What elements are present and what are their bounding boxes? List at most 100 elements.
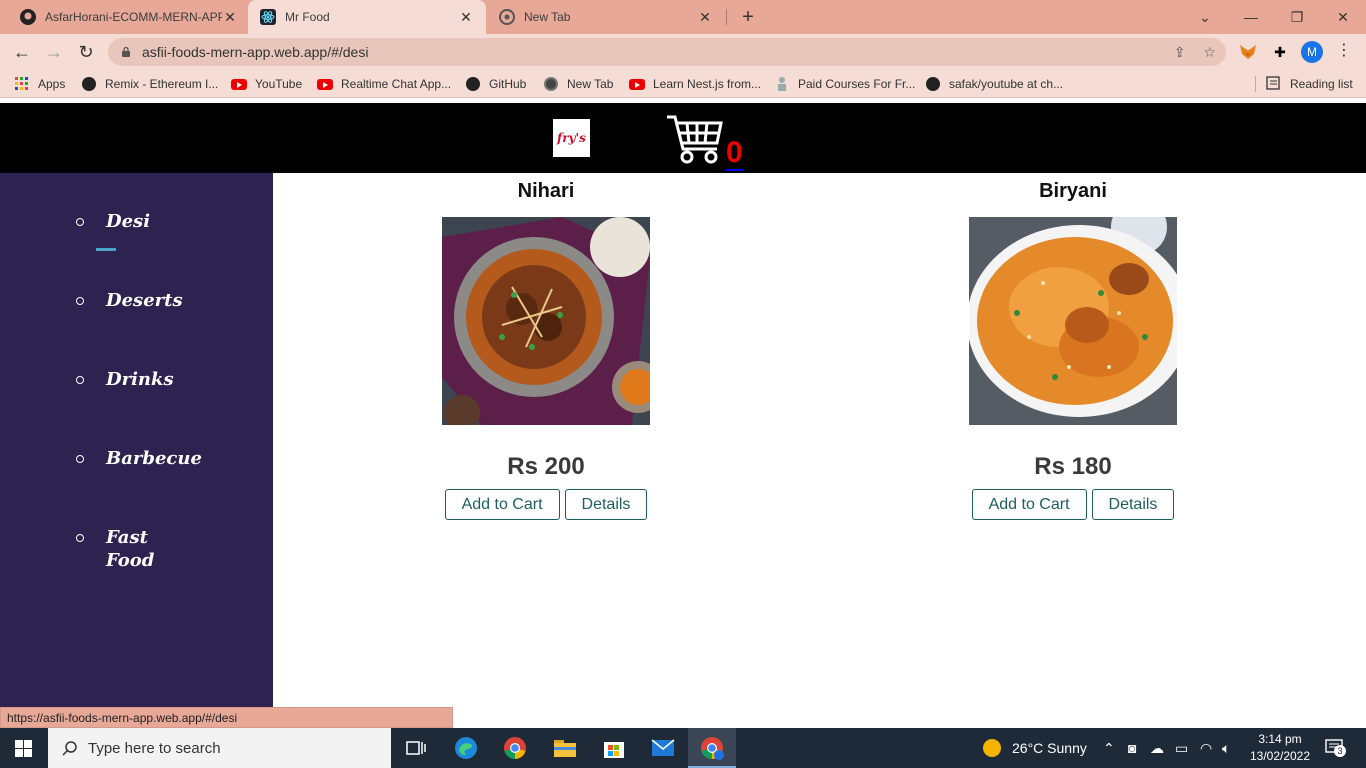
bookmark-apps[interactable]: Apps [14, 76, 65, 92]
product-price: Rs 200 [507, 453, 585, 480]
bookmark-separator [1255, 76, 1256, 92]
task-view-icon[interactable] [404, 736, 428, 760]
details-button[interactable]: Details [564, 489, 648, 520]
category-label: Drinks [106, 369, 174, 390]
windows-start-icon[interactable] [15, 740, 32, 757]
product-name: Nihari [517, 180, 575, 202]
bookmark-new-tab[interactable]: New Tab [543, 76, 613, 92]
add-to-cart-button[interactable]: Add to Cart [444, 489, 560, 520]
bookmark-github[interactable]: GitHub [465, 76, 526, 92]
extensions-puzzle-icon[interactable]: ✚ [1270, 42, 1290, 62]
bookmark-paid-courses[interactable]: Paid Courses For Fr... [774, 76, 915, 92]
bookmark-realtime-chat[interactable]: Realtime Chat App... [317, 76, 451, 92]
bookmark-remix[interactable]: Remix - Ethereum I... [81, 76, 218, 92]
bullet-icon [76, 376, 84, 384]
search-icon [62, 741, 77, 756]
tab-mr-food[interactable]: Mr Food ✕ [248, 0, 486, 34]
chevron-up-icon[interactable]: ⌃ [1103, 740, 1115, 757]
address-bar[interactable]: asfii-foods-mern-app.web.app/#/desi ⇪ ☆ [108, 38, 1226, 66]
bullet-icon [76, 297, 84, 305]
logo-text: fry's [557, 131, 586, 145]
product-image-nihari[interactable] [442, 217, 650, 425]
close-window-button[interactable]: ✕ [1320, 0, 1366, 34]
close-icon[interactable]: ✕ [222, 9, 238, 26]
category-fast-food[interactable]: Fast Food [76, 526, 154, 572]
forward-arrow-icon[interactable]: → [40, 38, 68, 66]
youtube-icon [629, 76, 645, 92]
close-icon[interactable]: ✕ [697, 9, 713, 26]
edge-browser-icon[interactable] [454, 736, 478, 760]
tab-search-chevron-icon[interactable]: ⌄ [1182, 0, 1228, 34]
bookmark-label: Learn Nest.js from... [653, 77, 762, 91]
bookmarks-bar: Apps Remix - Ethereum I... YouTube Realt… [0, 70, 1366, 98]
back-arrow-icon[interactable]: ← [8, 38, 36, 66]
category-desi[interactable]: Desi [76, 210, 196, 233]
weather-text[interactable]: 26°C Sunny [1012, 740, 1087, 756]
reading-list-button[interactable]: Reading list [1266, 76, 1353, 92]
weather-sun-icon[interactable] [980, 736, 1004, 760]
category-barbecue[interactable]: Barbecue [76, 447, 202, 470]
site-header: fry's 0 [0, 103, 1366, 173]
clock-date: 13/02/2022 [1249, 749, 1311, 763]
bookmark-label: Remix - Ethereum I... [105, 77, 219, 91]
remix-icon [81, 76, 97, 92]
share-icon[interactable]: ⇪ [1174, 44, 1186, 61]
tab-title: Mr Food [285, 10, 330, 24]
volume-icon[interactable]: 🔈︎ [1222, 740, 1230, 757]
lock-icon[interactable] [120, 46, 132, 58]
github-icon [20, 9, 36, 25]
taskbar-search-box[interactable]: Type here to search [48, 728, 391, 768]
bullet-icon [76, 455, 84, 463]
github-icon [465, 76, 481, 92]
details-button[interactable]: Details [1091, 489, 1175, 520]
battery-icon[interactable]: ▭ [1175, 740, 1188, 757]
bookmark-safak-youtube[interactable]: safak/youtube at ch... [925, 76, 1063, 92]
bullet-icon [76, 218, 84, 226]
windows-taskbar: Type here to search 26°C Sunny ⌃ ◙ ☁ ▭ ◠… [0, 728, 1366, 768]
youtube-icon [231, 76, 247, 92]
minimize-button[interactable]: — [1228, 0, 1274, 34]
tab-separator [726, 9, 727, 25]
system-clock[interactable]: 3:14 pm 13/02/2022 [1240, 731, 1320, 765]
tab-strip: AsfarHorani-ECOMM-MERN-APP ✕ Mr Food ✕ N… [0, 0, 1366, 34]
shopping-cart-icon[interactable] [665, 111, 723, 167]
restore-button[interactable]: ❐ [1274, 0, 1320, 34]
add-to-cart-button[interactable]: Add to Cart [971, 489, 1087, 520]
notification-center-icon[interactable]: 3 [1325, 738, 1346, 757]
product-card-biryani: Biryani Rs 180 Add to Cart Details [953, 179, 1193, 520]
category-drinks[interactable]: Drinks [76, 368, 196, 391]
bookmark-label: Apps [38, 77, 66, 91]
bookmark-youtube[interactable]: YouTube [231, 76, 302, 92]
bookmark-label: safak/youtube at ch... [949, 77, 1064, 91]
new-tab-button[interactable]: + [738, 6, 758, 28]
cart-count-badge[interactable]: 0 [726, 137, 743, 171]
chrome-profile-icon[interactable] [700, 736, 724, 760]
tab-title: New Tab [524, 10, 571, 24]
wifi-icon[interactable]: ◠ [1200, 740, 1212, 757]
category-deserts[interactable]: Deserts [76, 289, 196, 312]
browser-toolbar: ← → ↻ asfii-foods-mern-app.web.app/#/des… [0, 34, 1366, 70]
reload-icon[interactable]: ↻ [72, 38, 100, 66]
mail-icon[interactable] [651, 736, 675, 760]
profile-avatar[interactable]: M [1301, 41, 1323, 63]
microsoft-store-icon[interactable] [602, 736, 626, 760]
category-label: Desi [106, 211, 151, 232]
meet-now-icon[interactable]: ◙ [1128, 740, 1136, 756]
product-image-biryani[interactable] [969, 217, 1177, 425]
status-url-bubble: https://asfii-foods-mern-app.web.app/#/d… [0, 707, 453, 728]
category-label: Deserts [106, 290, 183, 311]
bookmark-star-icon[interactable]: ☆ [1203, 44, 1216, 61]
onedrive-cloud-icon[interactable]: ☁ [1150, 740, 1164, 757]
chrome-icon[interactable] [503, 736, 527, 760]
site-logo[interactable]: fry's [553, 119, 590, 157]
metamask-fox-icon[interactable] [1238, 42, 1258, 62]
tab-new-tab[interactable]: New Tab ✕ [487, 0, 725, 34]
menu-kebab-icon[interactable]: ⋮ [1336, 40, 1352, 60]
bookmark-learn-nest[interactable]: Learn Nest.js from... [629, 76, 761, 92]
close-icon[interactable]: ✕ [458, 9, 474, 26]
product-card-nihari: Nihari Rs 200 Add to Cart Details [426, 179, 666, 520]
url-text: asfii-foods-mern-app.web.app/#/desi [142, 44, 369, 60]
tab-github-repo[interactable]: AsfarHorani-ECOMM-MERN-APP ✕ [8, 0, 250, 34]
bullet-icon [76, 534, 84, 542]
file-explorer-icon[interactable] [553, 736, 577, 760]
